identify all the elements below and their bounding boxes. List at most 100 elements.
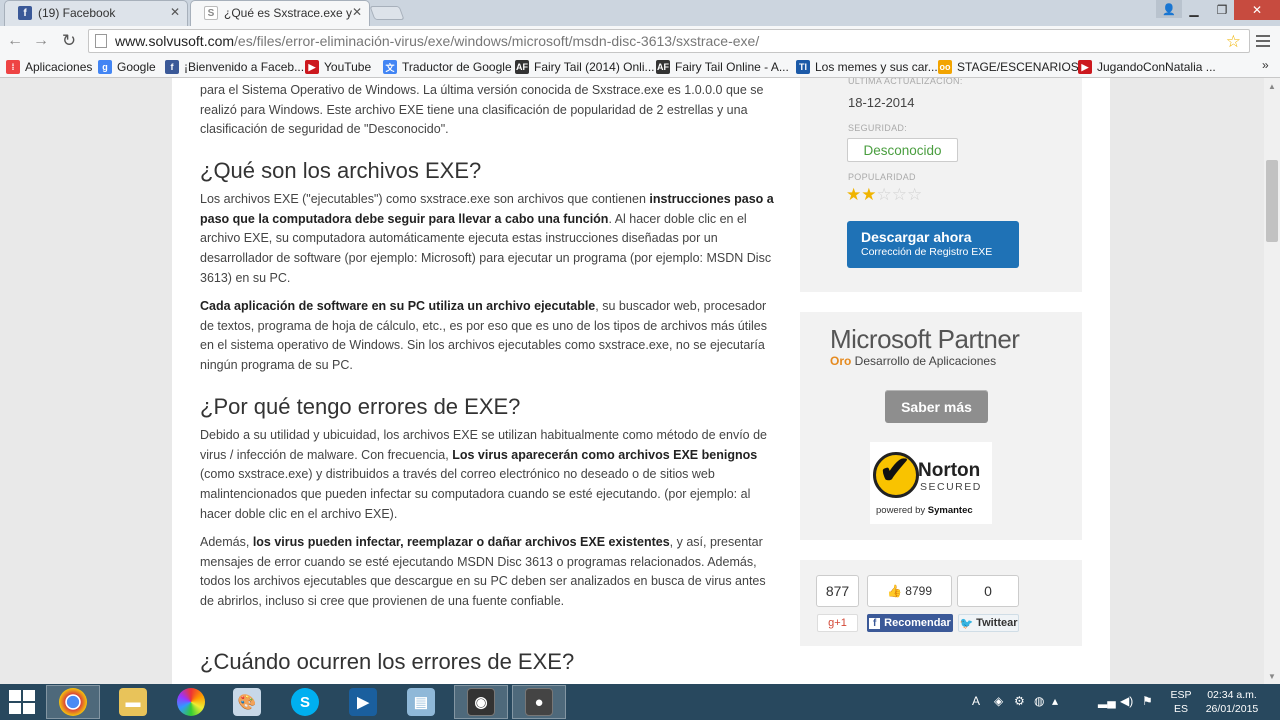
signal-icon[interactable]: ▂▄ [1098, 694, 1116, 708]
tray-a-icon[interactable]: A [972, 694, 980, 708]
af-icon: AF [515, 60, 529, 74]
taskbar-picasa[interactable] [164, 685, 218, 719]
user-profile-icon[interactable]: 👤 [1156, 0, 1182, 18]
taskbar-app-2[interactable]: ● [512, 685, 566, 719]
clock[interactable]: 02:34 a.m. 26/01/2015 [1200, 688, 1264, 716]
bookmark-item[interactable]: ⁞ Aplicaciones [6, 59, 92, 75]
bookmark-item[interactable]: 文 Traductor de Google [383, 59, 512, 75]
bookmark-label: ¡Bienvenido a Faceb... [184, 60, 305, 74]
windows-start-button[interactable] [6, 689, 36, 715]
tab-facebook[interactable]: f (19) Facebook ✕ [4, 0, 188, 26]
bookmark-label: Los memes y sus car... [815, 60, 938, 74]
af-icon: AF [656, 60, 670, 74]
paint-palette-icon: 🎨 [233, 688, 261, 716]
download-now-button[interactable]: Descargar ahora Corrección de Registro E… [847, 221, 1019, 268]
minimize-button[interactable]: ▁ [1180, 0, 1208, 20]
tray-app-icon[interactable]: ◈ [994, 694, 1003, 708]
bookmark-item[interactable]: ▶ JugandoConNatalia ... [1078, 59, 1216, 75]
last-update-label: ÚLTIMA ACTUALIZACIÓN: [848, 78, 963, 86]
taskbar-skype[interactable]: S [278, 685, 332, 719]
translate-icon: 文 [383, 60, 397, 74]
partner-box: Microsoft Partner Oro Desarrollo de Apli… [800, 312, 1082, 540]
taskbar-chrome[interactable] [46, 685, 100, 719]
bookmark-item[interactable]: ▶ YouTube [305, 59, 371, 75]
popularity-label: POPULARIDAD [848, 172, 916, 182]
flag-icon[interactable]: ⚑ [1142, 694, 1153, 708]
popularity-rating: ★★☆☆☆ [846, 185, 922, 205]
forward-arrow-icon[interactable]: → [30, 31, 52, 51]
gplus-button[interactable]: g +1 [817, 614, 858, 632]
bookmark-item[interactable]: AF Fairy Tail (2014) Onli... [515, 59, 655, 75]
taskbar-app-1[interactable]: ◉ [454, 685, 508, 719]
chrome-menu-icon[interactable] [1256, 32, 1274, 50]
tray-expand-icon[interactable]: ▴ [1052, 694, 1058, 708]
address-bar[interactable]: www.solvusoft.com/es/files/error-elimina… [88, 29, 1250, 53]
facebook-icon: f [869, 617, 881, 629]
bookmarks-bar: ⁞ Aplicaciones g Google f ¡Bienvenido a Faceb… [0, 56, 1280, 78]
bookmark-label: Google [117, 60, 156, 74]
new-tab-button[interactable] [369, 6, 405, 20]
norton-secured-badge[interactable]: ✔ Norton SECURED powered by Symantec [870, 442, 992, 524]
tab-title: (19) Facebook [38, 6, 116, 20]
close-tab-icon[interactable]: ✕ [352, 5, 362, 19]
saber-mas-button[interactable]: Saber más [885, 390, 988, 423]
bookmark-label: Fairy Tail Online - A... [675, 60, 789, 74]
paragraph-exe-usage: Cada aplicación de software en su PC uti… [200, 299, 767, 373]
bookmark-item[interactable]: g Google [98, 59, 156, 75]
twitter-bird-icon: 🐦 [959, 617, 974, 630]
browser-toolbar: ← → ↻ www.solvusoft.com/es/files/error-e… [0, 26, 1280, 56]
star-empty-icon: ☆ [907, 185, 923, 204]
taskbar-explorer[interactable]: ▬ [106, 685, 160, 719]
page-icon [95, 34, 107, 48]
bookmark-item[interactable]: AF Fairy Tail Online - A... [656, 59, 789, 75]
security-badge: Desconocido [847, 138, 958, 162]
notes-icon: ▤ [407, 688, 435, 716]
tweet-count: 0 [957, 575, 1019, 607]
close-tab-icon[interactable]: ✕ [170, 5, 180, 19]
address-url: www.solvusoft.com/es/files/error-elimina… [115, 33, 760, 49]
bookmark-item[interactable]: TI Los memes y sus car... [796, 59, 938, 75]
apps-grid-icon: ⁞ [6, 60, 20, 74]
paragraph-exe-definition: Los archivos EXE ("ejecutables") como sx… [200, 192, 774, 285]
paragraph-virus-damage: Además, los virus pueden infectar, reemp… [200, 535, 766, 609]
twitter-tweet-button[interactable]: 🐦 Twittear [958, 614, 1019, 632]
ti-icon: TI [796, 60, 810, 74]
bookmark-item[interactable]: f ¡Bienvenido a Faceb... [165, 59, 304, 75]
microsoft-partner-subtitle: Oro Desarrollo de Aplicaciones [830, 354, 997, 368]
media-player-icon: ▶ [349, 688, 377, 716]
facebook-icon: f [18, 6, 32, 20]
tray-gear-icon[interactable]: ⚙ [1014, 694, 1025, 708]
tray-network-icon[interactable]: ◍ [1034, 694, 1044, 708]
scroll-up-arrow-icon[interactable]: ▲ [1268, 82, 1276, 91]
picasa-icon [177, 688, 205, 716]
maximize-button[interactable]: ❐ [1208, 0, 1236, 20]
tab-solvusoft[interactable]: S ¿Qué es Sxstrace.exe y cón ✕ [190, 0, 370, 26]
bookmark-item[interactable]: oo STAGE/ESCENARIOS... [938, 59, 1089, 75]
facebook-icon: f [165, 60, 179, 74]
bookmark-star-icon[interactable]: ☆ [1226, 32, 1241, 52]
star-filled-icon: ★ [861, 185, 877, 204]
page-content: para el Sistema Operativo de Windows. La… [172, 78, 1110, 684]
taskbar-paint[interactable]: 🎨 [220, 685, 274, 719]
language-indicator[interactable]: ESP ES [1166, 688, 1196, 716]
youtube-icon: ▶ [305, 60, 319, 74]
close-window-button[interactable]: ✕ [1234, 0, 1280, 20]
gplus-count: 877 [816, 575, 859, 607]
folder-icon: ▬ [119, 688, 147, 716]
bookmark-label: JugandoConNatalia ... [1097, 60, 1216, 74]
taskbar-notes[interactable]: ▤ [394, 685, 448, 719]
security-label: SEGURIDAD: [848, 123, 908, 133]
heading-que-son-exe: ¿Qué son los archivos EXE? [200, 158, 482, 183]
scroll-down-arrow-icon[interactable]: ▼ [1268, 672, 1276, 681]
tab-title: ¿Qué es Sxstrace.exe y cón [224, 6, 356, 20]
scroll-thumb[interactable] [1266, 160, 1278, 242]
back-arrow-icon[interactable]: ← [4, 31, 26, 51]
volume-icon[interactable]: ◀) [1120, 694, 1133, 708]
taskbar-media[interactable]: ▶ [336, 685, 390, 719]
reload-icon[interactable]: ↻ [58, 31, 80, 51]
more-bookmarks-icon[interactable]: » [1262, 58, 1269, 72]
facebook-recommend-button[interactable]: f Recomendar [867, 614, 953, 632]
page-scrollbar[interactable]: ▲ ▼ [1264, 78, 1280, 684]
norton-name: Norton [918, 460, 981, 481]
thumbs-up-icon: 👍 [887, 584, 902, 598]
